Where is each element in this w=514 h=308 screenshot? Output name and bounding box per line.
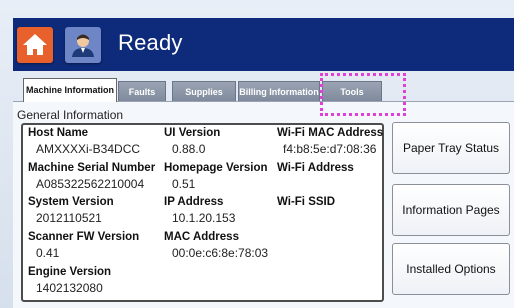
tab-supplies[interactable]: Supplies [172,81,236,101]
user-icon [72,34,94,57]
system-version-label: System Version [28,196,114,208]
mac-address-label: MAC Address [164,231,239,243]
information-pages-button[interactable]: Information Pages [392,184,510,236]
homepage-version-value: 0.51 [172,177,196,191]
tab-billing-information[interactable]: Billing Information [238,81,320,101]
wifi-mac-address-value: f4:b8:5e:d7:08:36 [283,142,377,156]
status-title: Ready [118,30,183,55]
system-version-value: 2012110521 [36,211,102,225]
general-information-title: General Information [17,108,124,122]
printer-panel-screen: Ready Machine Information Faults Supplie… [0,0,514,308]
wifi-mac-address-label: Wi-Fi MAC Address [277,127,384,139]
home-button[interactable] [17,27,53,63]
serial-number-label: Machine Serial Number [28,162,156,174]
scanner-fw-version-label: Scanner FW Version [28,231,140,243]
tools-highlight-marker [320,73,406,116]
serial-number-value: A085322562210004 [36,177,145,191]
engine-version-value: 1402132080 [36,281,103,295]
paper-tray-status-button[interactable]: Paper Tray Status [392,122,510,174]
ui-version-label: UI Version [164,127,221,139]
installed-options-button[interactable]: Installed Options [392,243,510,295]
scanner-fw-version-value: 0.41 [36,246,60,260]
host-name-value: AMXXXXi-B34DCC [36,142,141,156]
user-button[interactable] [65,27,101,63]
host-name-label: Host Name [28,127,89,139]
engine-version-label: Engine Version [28,266,112,278]
wifi-ssid-label: Wi-Fi SSID [277,196,336,208]
ip-address-label: IP Address [164,196,224,208]
tab-faults[interactable]: Faults [118,81,166,101]
ip-address-value: 10.1.20.153 [172,211,236,225]
mac-address-value: 00:0e:c6:8e:78:03 [172,246,269,260]
home-icon [23,34,47,55]
wifi-address-label: Wi-Fi Address [277,162,354,174]
ui-version-value: 0.88.0 [172,142,206,156]
tab-machine-information[interactable]: Machine Information [23,78,117,102]
homepage-version-label: Homepage Version [164,162,268,174]
